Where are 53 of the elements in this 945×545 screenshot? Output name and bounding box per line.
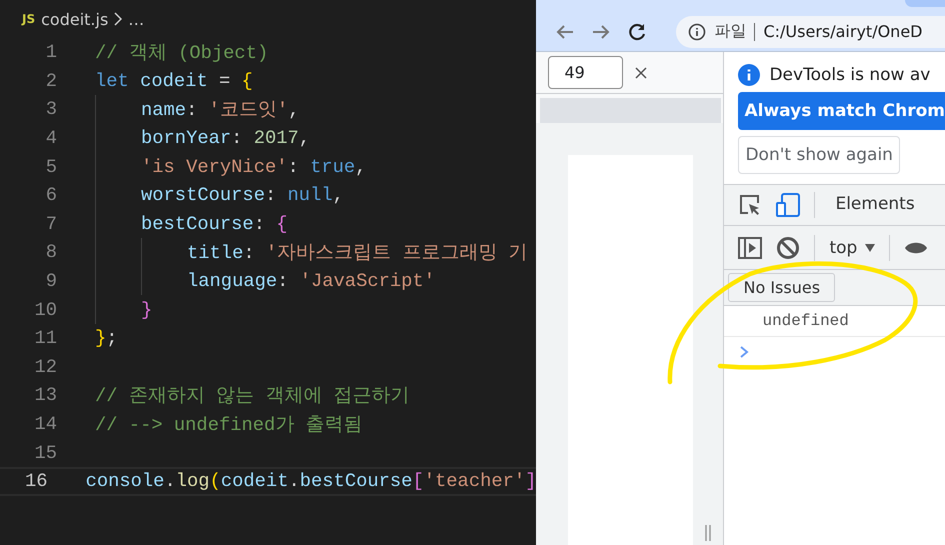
device-toggle-icon[interactable] <box>776 193 800 217</box>
context-selector[interactable]: top <box>829 238 876 258</box>
code-line: 'is VeryNice': true, <box>141 156 366 178</box>
close-icon[interactable] <box>635 66 648 78</box>
code-line: let codeit = { <box>95 70 253 92</box>
code-line: }; <box>95 327 118 350</box>
line-number: 3 <box>44 98 57 120</box>
match-language-button[interactable]: Always match Chrom <box>738 92 945 130</box>
code-line: language: 'JavaScript' <box>187 270 435 292</box>
line-number: 8 <box>44 241 57 264</box>
code-line: title: '자바스크립트 프로그래밍 기 <box>187 241 528 266</box>
code-line: bornYear: 2017, <box>141 127 310 150</box>
info-icon[interactable] <box>688 22 706 40</box>
code-line: console.log(codeit.bestCourse['teacher'] <box>86 470 536 492</box>
line-number: 5 <box>44 156 57 178</box>
caret-icon <box>865 244 876 252</box>
code-line: // --> undefined가 출력됨 <box>95 413 363 438</box>
drag-handle-icon[interactable] <box>703 525 714 541</box>
chevron-right-icon <box>114 12 122 26</box>
line-number: 14 <box>33 413 57 436</box>
breadcrumb-file[interactable]: codeit.js <box>41 10 108 28</box>
code-line: bestCourse: { <box>141 212 288 235</box>
address-scheme: 파일 <box>714 21 746 42</box>
code-line: name: '코드잇', <box>141 98 300 122</box>
line-number: 6 <box>44 184 57 206</box>
line-number: 4 <box>44 127 57 150</box>
issues-button[interactable]: No Issues <box>728 273 836 302</box>
prompt-chevron-icon[interactable] <box>738 345 750 359</box>
line-number: 2 <box>44 70 57 92</box>
info-icon <box>738 64 760 86</box>
line-number: 11 <box>33 327 57 350</box>
code-line: // 존재하지 않는 객체에 접근하기 <box>95 384 410 408</box>
console-output: undefined <box>724 306 945 337</box>
line-number: 13 <box>33 384 57 406</box>
code-line: } <box>141 298 152 321</box>
line-number: 12 <box>33 356 57 378</box>
sidebar-toggle-icon[interactable] <box>738 236 762 260</box>
find-input[interactable]: 49 <box>548 56 624 89</box>
line-number: 10 <box>33 298 57 321</box>
line-number: 7 <box>44 212 57 235</box>
line-number: 16 <box>24 470 48 492</box>
address-url: C:/Users/airyt/OneD <box>763 22 922 41</box>
line-number: 1 <box>44 41 57 64</box>
line-number: 9 <box>44 270 57 292</box>
infobar-message: DevTools is now av <box>769 65 930 85</box>
javascript-file-icon: JS <box>22 12 36 26</box>
breadcrumb-more[interactable]: … <box>128 10 144 28</box>
code-line: // 객체 (Object) <box>95 41 268 66</box>
line-number: 15 <box>33 442 57 464</box>
dismiss-button[interactable]: Don't show again <box>738 136 900 174</box>
address-bar[interactable]: 파일 C:/Users/airyt/OneD <box>676 16 945 48</box>
code-line: worstCourse: null, <box>141 184 344 206</box>
clear-console-icon[interactable] <box>776 236 800 260</box>
